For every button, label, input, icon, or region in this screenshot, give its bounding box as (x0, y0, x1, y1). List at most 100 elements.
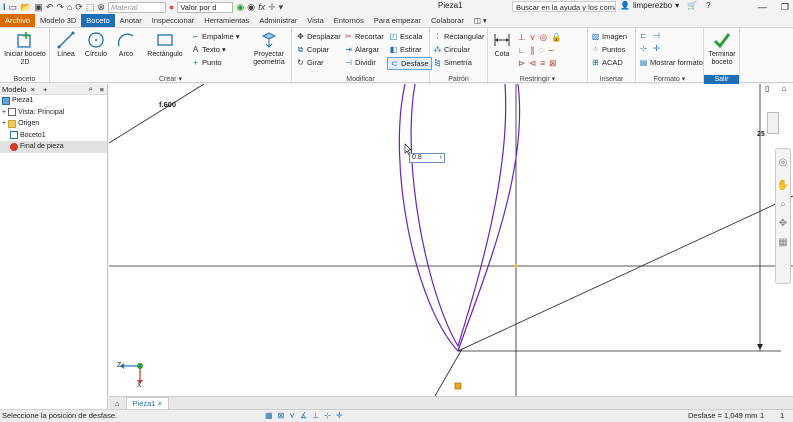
chevron-right-icon[interactable]: › (440, 154, 442, 162)
copy-button[interactable]: ⧉ Copiar (296, 44, 329, 55)
parallel-icon[interactable]: ∥ (530, 45, 538, 55)
centerline-button[interactable]: ⊣ (652, 31, 661, 40)
offset-curve[interactable] (398, 84, 521, 353)
fx-icon[interactable]: fx (258, 0, 265, 14)
sketch-line[interactable] (457, 195, 793, 352)
stretch-button[interactable]: ◧ Estirar (389, 44, 422, 55)
appearance-icon[interactable]: ● (169, 0, 174, 14)
close-icon[interactable]: × (158, 399, 162, 408)
acad-button[interactable]: ⊞ ACAD (591, 57, 623, 68)
circular-pattern-button[interactable]: ⁂ Circular (433, 44, 470, 55)
qat-dropdown-icon[interactable]: ▾ (279, 0, 284, 14)
show-constraints-icon[interactable]: ⊥ (312, 410, 319, 422)
rotate-button[interactable]: ↻ Girar (296, 57, 324, 68)
viewcube[interactable] (767, 112, 779, 134)
material-icon[interactable]: ⊗ (97, 0, 105, 14)
equal-icon[interactable]: ≡ (540, 58, 549, 68)
tree-item-view[interactable]: + Vista: Principal (0, 107, 107, 119)
home-icon[interactable]: ⌂ (109, 399, 126, 408)
cart-icon[interactable]: 🛒 (687, 1, 697, 10)
expand-icon[interactable]: + (2, 118, 6, 130)
fix-icon[interactable]: 🔒 (551, 32, 566, 42)
user-account[interactable]: 👤 limperezbo ▾ 🛒 ? (620, 1, 711, 10)
circle-button[interactable]: Círculo (82, 30, 110, 59)
dimension-button[interactable]: Cota (490, 30, 514, 59)
rectangle-button[interactable]: Rectángulo (142, 30, 188, 59)
image-button[interactable]: ▨ Imagen (591, 31, 627, 42)
start-sketch-button[interactable]: Iniciar boceto 2D (2, 30, 48, 67)
smooth-icon[interactable]: ∽ (548, 45, 559, 55)
tree-item-sketch[interactable]: Boceto1 (0, 130, 107, 142)
snap-icon[interactable]: ⊠ (278, 410, 285, 422)
tab-para-empezar[interactable]: Para empezar (369, 14, 426, 27)
grid-icon[interactable]: ▦ (265, 410, 273, 422)
sketch-line[interactable] (109, 84, 205, 144)
arc-button[interactable]: Arco (112, 30, 140, 59)
tangent-icon[interactable]: ◌ (539, 45, 548, 55)
extend-button[interactable]: ⇥ Alargar (344, 44, 379, 55)
center-point-button[interactable]: ⊹ (639, 44, 648, 53)
update-icon[interactable]: ⟳ (75, 0, 83, 14)
add-icon[interactable]: + (43, 85, 47, 94)
points-button[interactable]: ⁘ Puntos (591, 44, 625, 55)
look-at-icon[interactable]: ▦ (776, 237, 790, 248)
tab-administrar[interactable]: Administrar (254, 14, 302, 27)
degrees-icon[interactable]: ⊹ (324, 410, 331, 422)
viewcube-menu-icon[interactable]: ▯ (765, 84, 775, 94)
relax-icon[interactable]: ∡ (300, 410, 307, 422)
driven-dimension-button[interactable]: ✛ (652, 44, 661, 53)
origin-point[interactable] (514, 264, 518, 268)
point-button[interactable]: + Punto (191, 57, 221, 68)
minimize-icon[interactable]: — (758, 0, 767, 14)
concentric-icon[interactable]: ◎ (540, 32, 551, 42)
trim-button[interactable]: ✂ Recortar (344, 31, 384, 42)
split-button[interactable]: ⊣ Dividir (344, 57, 376, 68)
sketch-curve[interactable] (410, 84, 507, 348)
tree-item-part[interactable]: Pieza1 (0, 95, 107, 107)
sketch-canvas[interactable] (109, 84, 793, 396)
coincident-icon[interactable]: ⊥ (518, 32, 529, 42)
offset-value-input[interactable]: 0.8 › (409, 153, 445, 163)
orbit-icon[interactable]: ✥ (776, 218, 790, 229)
zoom-icon[interactable]: ⌕ (776, 199, 790, 210)
doc-tab-active[interactable]: Pieza1 × (125, 397, 169, 409)
right-dimension-label[interactable]: 25 (757, 131, 765, 138)
undo-icon[interactable]: ↶ (46, 0, 54, 14)
perpendicular-icon[interactable]: ∟ (518, 45, 530, 55)
fillet-button[interactable]: ⌐ Empalme ▾ (191, 31, 239, 42)
steering-wheel-icon[interactable]: ◎ (776, 157, 790, 168)
params-icon[interactable]: ◉ (247, 0, 255, 14)
close-icon[interactable]: × (31, 85, 35, 94)
scale-button[interactable]: ◰ Escala (389, 31, 423, 42)
open-file-icon[interactable]: 📂 (20, 0, 31, 14)
browser-tab-model[interactable]: Modelo (2, 85, 27, 94)
tab-options-icon[interactable]: ◫ ▾ (469, 14, 492, 27)
rectangular-pattern-button[interactable]: ⁞ Rectangular (433, 31, 484, 42)
constraint-inference-icon[interactable]: ⋎ (289, 410, 295, 422)
line-button[interactable]: Línea (52, 30, 80, 59)
tab-entornos[interactable]: Entornos (329, 14, 369, 27)
dimension-label[interactable]: f.600 (159, 100, 176, 109)
tab-boceto[interactable]: Boceto (81, 14, 115, 27)
tab-herramientas[interactable]: Herramientas (199, 14, 254, 27)
viewcube-home-icon[interactable]: ⌂ (777, 84, 791, 94)
sketch-point[interactable] (454, 382, 462, 390)
material-select[interactable]: Material (107, 1, 166, 13)
pan-icon[interactable]: ✋ (776, 180, 790, 191)
mirror-button[interactable]: ⧎ Simetría (433, 57, 472, 68)
graphics-window[interactable]: f.600 0.8 › 25 Z X ⌂ ▯ (109, 84, 793, 396)
offset-button[interactable]: ⊂ Desfase (387, 57, 432, 70)
dof-icon[interactable]: ✛ (336, 410, 343, 422)
vertical-icon[interactable]: ⊲ (529, 58, 540, 68)
save-icon[interactable]: ▣ (34, 0, 43, 14)
appearance-select[interactable]: Valor por d (177, 1, 234, 13)
collinear-icon[interactable]: ⋎ (529, 32, 539, 42)
app-menu-icon[interactable]: I (3, 0, 6, 14)
tab-modelo-3d[interactable]: Modelo 3D (35, 14, 81, 27)
show-format-button[interactable]: ▤ Mostrar formato (639, 57, 703, 68)
tab-vista[interactable]: Vista (302, 14, 329, 27)
clear-appearance-icon[interactable]: ◉ (236, 0, 244, 14)
construction-button[interactable]: ⊏ (639, 31, 648, 40)
tree-item-end-of-part[interactable]: Final de pieza (0, 141, 107, 153)
tab-anotar[interactable]: Anotar (115, 14, 147, 27)
